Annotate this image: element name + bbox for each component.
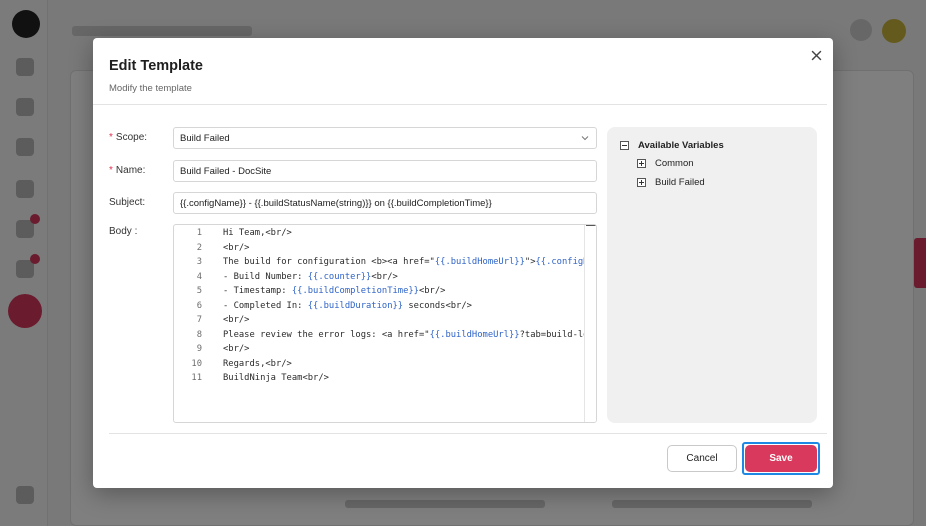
required-mark: * (109, 165, 113, 176)
line-number: 1 (196, 228, 202, 238)
subject-label: Subject: (109, 197, 146, 208)
required-mark: * (109, 132, 113, 143)
code-line: 2 <br/> (174, 241, 584, 256)
scrollbar-thumb[interactable] (586, 225, 596, 231)
code-line: 10 Regards,<br/> (174, 357, 584, 372)
line-number: 10 (191, 358, 202, 369)
line-number: 7 (196, 315, 202, 325)
code-line: 8 Please review the error logs: <a href="… (174, 328, 584, 343)
code-text: - Completed In: {{.buildDuration}} secon… (223, 300, 472, 311)
line-number: 9 (196, 344, 202, 354)
code-text: Regards,<br/> (223, 358, 292, 369)
code-text: - Build Number: {{.counter}}<br/> (223, 271, 398, 282)
code-line: 6 - Completed In: {{.buildDuration}} seco… (174, 299, 584, 314)
code-line: 5 - Timestamp: {{.buildCompletionTime}}<b… (174, 284, 584, 299)
close-icon (811, 50, 821, 60)
cancel-button[interactable]: Cancel (667, 445, 737, 472)
dialog-subtitle: Modify the template (109, 83, 192, 94)
code-lines: 1 Hi Team,<br/> 2 <br/> 3 The build for confi… (174, 226, 584, 422)
code-line: 9 <br/> (174, 342, 584, 357)
code-text: <br/> (223, 344, 250, 354)
plus-box-icon (637, 178, 646, 187)
code-text: The build for configuration <b><a href="… (223, 257, 584, 267)
code-line: 7 <br/> (174, 313, 584, 328)
line-number: 8 (196, 329, 202, 340)
dialog-title: Edit Template (109, 58, 203, 74)
scope-label: * Scope: (109, 132, 147, 143)
line-number: 11 (191, 373, 202, 383)
line-number: 4 (196, 271, 202, 282)
variables-title: Available Variables (638, 140, 724, 151)
name-label-text: Name: (115, 165, 146, 176)
variables-root[interactable]: Available Variables (620, 140, 724, 151)
minus-box-icon (620, 141, 629, 150)
close-button[interactable] (807, 46, 825, 64)
save-button[interactable]: Save (742, 442, 820, 475)
code-text: Hi Team,<br/> (223, 228, 292, 238)
name-value: Build Failed - DocSite (180, 165, 272, 177)
body-code-editor[interactable]: 1 Hi Team,<br/> 2 <br/> 3 The build for confi… (173, 224, 597, 423)
available-variables-panel: Available Variables Common Build Failed (607, 127, 817, 423)
scope-value: Build Failed (180, 132, 230, 144)
body-label: Body : (109, 226, 138, 237)
code-line: 4 - Build Number: {{.counter}}<br/> (174, 270, 584, 285)
variable-group-label: Build Failed (655, 177, 705, 188)
header-divider (93, 104, 827, 105)
code-text: <br/> (223, 242, 250, 253)
code-line: 3 The build for configuration <b><a href=… (174, 255, 584, 270)
subject-input[interactable]: {{.configName}} - {{.buildStatusName(str… (173, 192, 597, 214)
scope-label-text: Scope: (115, 132, 148, 143)
line-number: 3 (196, 257, 202, 267)
code-text: <br/> (223, 315, 250, 325)
scope-select[interactable]: Build Failed (173, 127, 597, 149)
name-input[interactable]: Build Failed - DocSite (173, 160, 597, 182)
line-number: 5 (196, 286, 202, 296)
variable-group-build-failed[interactable]: Build Failed (637, 177, 705, 188)
editor-scrollbar[interactable] (584, 225, 596, 422)
code-text: - Timestamp: {{.buildCompletionTime}}<br… (223, 286, 446, 296)
code-text: BuildNinja Team<br/> (223, 373, 329, 383)
code-text: Please review the error logs: <a href="{… (223, 329, 584, 340)
chevron-down-icon (581, 134, 589, 145)
save-button-label: Save (745, 445, 817, 472)
plus-box-icon (637, 159, 646, 168)
line-number: 2 (196, 242, 202, 253)
line-number: 6 (196, 300, 202, 311)
variable-group-label: Common (655, 158, 694, 169)
subject-value: {{.configName}} - {{.buildStatusName(str… (180, 197, 492, 209)
name-label: * Name: (109, 165, 145, 176)
edit-template-dialog: Edit Template Modify the template * Scope… (93, 38, 833, 488)
variable-group-common[interactable]: Common (637, 158, 694, 169)
code-line: 1 Hi Team,<br/> (174, 226, 584, 241)
footer-divider (109, 433, 827, 434)
code-line: 11 BuildNinja Team<br/> (174, 371, 584, 386)
